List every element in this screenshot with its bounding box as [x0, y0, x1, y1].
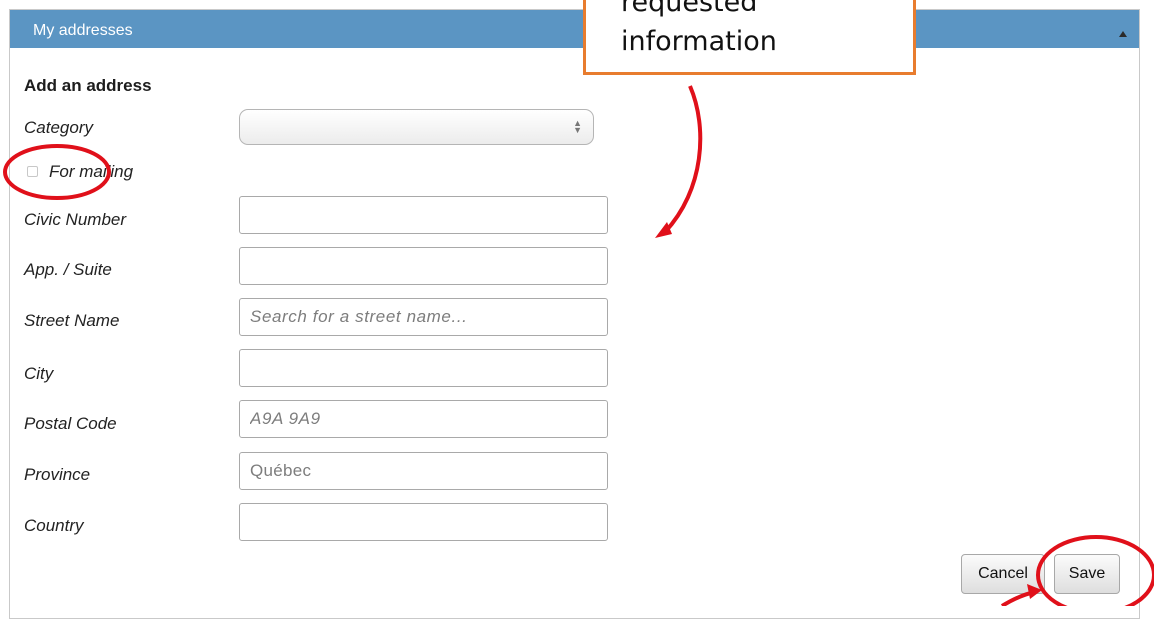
- cancel-button[interactable]: Cancel: [961, 554, 1045, 594]
- city-label: City: [24, 364, 54, 383]
- section-title: Add an address: [24, 76, 152, 95]
- instruction-callout: requested information: [583, 0, 916, 75]
- suite-input[interactable]: [239, 247, 608, 285]
- country-label: Country: [24, 516, 84, 535]
- street-name-input[interactable]: [239, 298, 608, 336]
- province-label: Province: [24, 465, 91, 484]
- panel-title: My addresses: [33, 22, 133, 39]
- province-input[interactable]: [239, 452, 608, 490]
- street-name-label: Street Name: [24, 311, 120, 330]
- postal-code-label: Postal Code: [24, 414, 117, 433]
- category-label: Category: [24, 118, 93, 137]
- for-mailing-checkbox[interactable]: [27, 166, 38, 177]
- civic-number-label: Civic Number: [24, 210, 127, 229]
- panel-header[interactable]: My addresses: [10, 10, 1139, 48]
- callout-line-2: information: [621, 26, 777, 57]
- category-select[interactable]: ▲ ▼: [239, 109, 594, 145]
- callout-line-1: requested: [621, 0, 758, 18]
- for-mailing-label[interactable]: For mailing: [49, 162, 133, 182]
- postal-code-input[interactable]: [239, 400, 608, 438]
- save-button[interactable]: Save: [1054, 554, 1120, 594]
- civic-number-input[interactable]: [239, 196, 608, 234]
- select-arrows-icon: ▲ ▼: [573, 118, 582, 135]
- addresses-panel: My addresses Add an address Category ▲ ▼ …: [9, 9, 1140, 619]
- country-input[interactable]: [239, 503, 608, 541]
- suite-label: App. / Suite: [24, 260, 112, 279]
- collapse-up-icon[interactable]: [1119, 31, 1127, 37]
- city-input[interactable]: [239, 349, 608, 387]
